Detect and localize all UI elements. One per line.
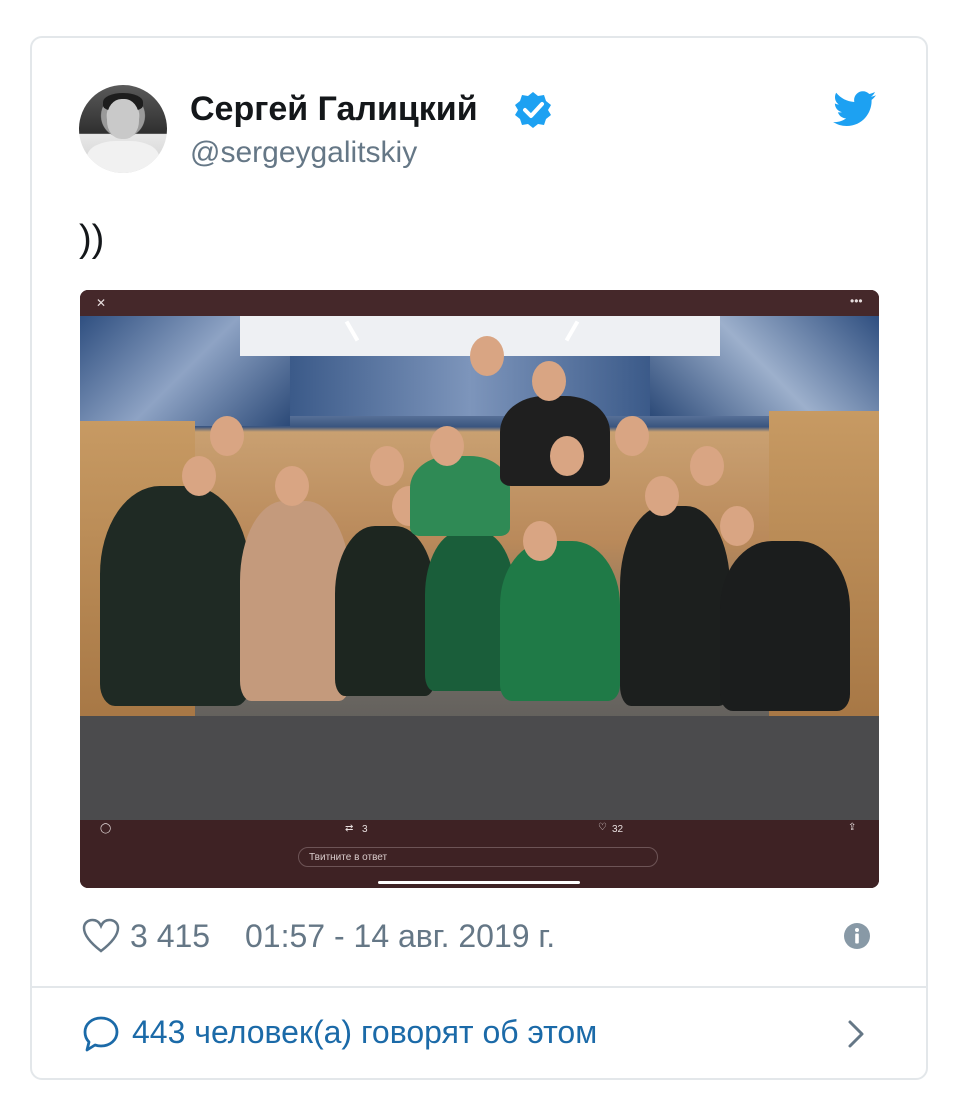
speech-bubble-icon <box>83 1016 119 1052</box>
team-photo <box>80 316 879 820</box>
retweet-icon[interactable]: ⇄ <box>345 823 353 834</box>
conversation-link[interactable]: 443 человек(а) говорят об этом <box>132 1014 597 1051</box>
home-indicator <box>378 881 580 884</box>
verified-badge-icon <box>515 92 551 128</box>
info-icon[interactable] <box>843 922 871 950</box>
like-count: 32 <box>612 824 624 835</box>
author-avatar[interactable] <box>79 85 167 173</box>
tweet-media-image[interactable]: ✕ ••• ◯ ⇄ 3 ♡ 32 ⇪ Твитните в ответ <box>80 290 879 888</box>
media-top-bar: ✕ ••• <box>80 290 879 316</box>
share-icon[interactable]: ⇪ <box>848 822 856 833</box>
heart-icon[interactable] <box>82 918 120 954</box>
close-icon[interactable]: ✕ <box>96 296 106 310</box>
author-handle[interactable]: @sergeygalitskiy <box>190 136 417 170</box>
chevron-right-icon[interactable] <box>845 1018 869 1050</box>
tweet-text: )) <box>79 218 105 260</box>
more-icon[interactable]: ••• <box>850 294 863 308</box>
reply-input[interactable]: Твитните в ответ <box>298 847 658 867</box>
tweet-timestamp[interactable]: 01:57 - 14 авг. 2019 г. <box>245 918 555 955</box>
reply-icon[interactable]: ◯ <box>100 823 111 834</box>
author-name[interactable]: Сергей Галицкий <box>190 90 478 129</box>
twitter-bird-icon[interactable] <box>833 91 877 127</box>
like-icon[interactable]: ♡ <box>598 822 607 833</box>
like-count-main: 3 415 <box>130 918 211 954</box>
retweet-count: 3 <box>362 824 368 835</box>
divider <box>32 986 926 988</box>
